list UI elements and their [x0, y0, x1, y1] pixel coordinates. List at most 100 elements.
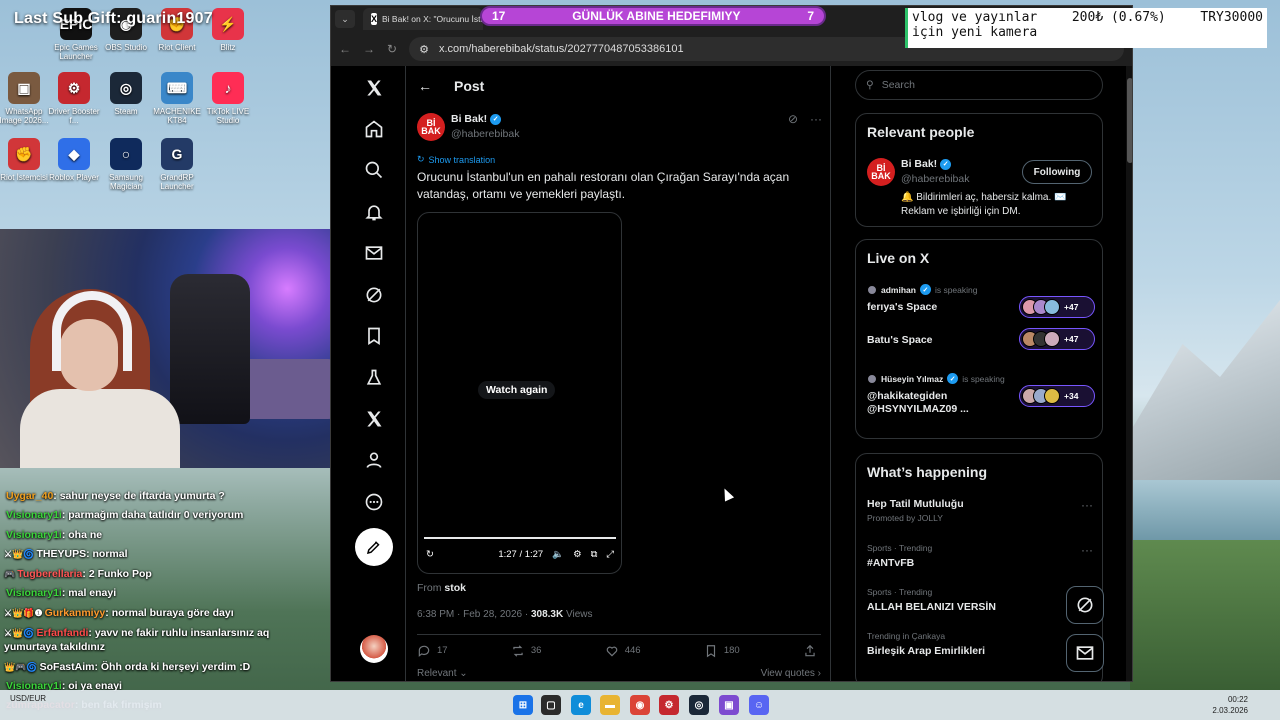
desktop-shortcut[interactable]: ○ Samsung Magician: [98, 138, 154, 191]
messages-fab[interactable]: [1066, 634, 1104, 672]
desktop-shortcut[interactable]: ⌨ MACHENIKE KT84: [149, 72, 205, 125]
video-player[interactable]: Watch again ↻ 1:27 / 1:27 🔈 ⚙ ⧉ ⤢: [417, 212, 622, 574]
compose-post-button[interactable]: [355, 528, 393, 566]
chat-username[interactable]: Tugberellaria: [17, 568, 82, 580]
app2-taskbar-icon[interactable]: ▣: [719, 695, 739, 715]
chat-username[interactable]: SoFastAim: [40, 661, 95, 673]
pip-icon[interactable]: ⧉: [591, 549, 598, 560]
profile-icon[interactable]: [362, 448, 386, 472]
settings-gear-icon[interactable]: ⚙: [573, 549, 582, 560]
sort-relevant-dropdown[interactable]: Relevant ⌄: [417, 668, 468, 679]
scrollbar-thumb[interactable]: [1127, 78, 1132, 163]
host-name: admihan: [881, 284, 916, 295]
task-view-icon[interactable]: ▢: [541, 695, 561, 715]
start-windows-icon[interactable]: ⊞: [513, 695, 533, 715]
taskbar-widget[interactable]: USD/EUR: [10, 694, 46, 704]
desktop-shortcut[interactable]: ◎ Steam: [98, 72, 154, 116]
explore-search-icon[interactable]: [362, 158, 386, 182]
messages-envelope-icon[interactable]: [362, 241, 386, 265]
back-arrow-icon[interactable]: ←: [418, 78, 432, 94]
post-timestamp[interactable]: 6:38 PM · Feb 28, 2026 ·: [417, 609, 531, 620]
desktop-shortcut[interactable]: ▣ WhatsApp Image 2026...: [0, 72, 52, 125]
view-quotes-link[interactable]: View quotes ›: [761, 668, 821, 679]
trend-category: Sports · Trending: [867, 543, 933, 553]
desktop-shortcut-label: Riot İstemcisi: [0, 173, 48, 182]
home-icon[interactable]: [362, 117, 386, 141]
video-progress-bar[interactable]: [424, 537, 616, 539]
repost-button[interactable]: 36: [511, 644, 541, 658]
site-info-icon[interactable]: ⚙: [419, 43, 429, 56]
show-translation-link[interactable]: ↻ Show translation: [417, 154, 495, 165]
relevant-person-avatar[interactable]: Bİ BAK: [867, 158, 895, 186]
trend-item[interactable]: Hep Tatil Mutluluğu Promoted by JOLLY ···: [867, 498, 1095, 523]
chat-username[interactable]: Visionary1i: [6, 529, 62, 541]
browser-tab[interactable]: X Bi Bak! on X: "Orucunu İstanb...: [363, 8, 483, 30]
chat-username[interactable]: Gurkanmiyy: [45, 607, 106, 619]
trend-item[interactable]: Sports · Trending #ANTvFB ···: [867, 543, 1095, 569]
discord-taskbar-icon[interactable]: ☺: [749, 695, 769, 715]
volume-icon[interactable]: 🔈: [552, 549, 564, 560]
from-source-link[interactable]: stok: [444, 582, 466, 594]
share-button[interactable]: [803, 644, 817, 658]
live-space-item[interactable]: Hüseyin Yılmaz ✓ is speaking @hakikategiden…: [867, 373, 1095, 416]
watch-again-button[interactable]: Watch again: [478, 381, 556, 399]
account-avatar[interactable]: [360, 635, 388, 663]
bookmark-button[interactable]: 180: [704, 644, 740, 658]
chat-message: Uygar_40: sahur neyse de iftarda yumurta…: [4, 490, 225, 502]
more-options-icon[interactable]: ···: [1081, 498, 1093, 512]
space-host: admihan ✓ is speaking: [867, 284, 1095, 295]
samsung-magician-icon: ○: [110, 138, 142, 170]
like-button[interactable]: 446: [605, 644, 641, 658]
reply-button[interactable]: 17: [417, 644, 448, 658]
replay-icon[interactable]: ↻: [426, 549, 434, 560]
reload-icon[interactable]: ↻: [387, 42, 397, 56]
grok-icon[interactable]: [362, 283, 386, 307]
x-home-logo-icon[interactable]: [362, 76, 386, 100]
jobs-flask-icon[interactable]: [362, 366, 386, 390]
desktop-shortcut[interactable]: G GrandRP Launcher: [149, 138, 205, 191]
live-space-item[interactable]: Batu's Space +47: [867, 328, 1095, 350]
author-handle[interactable]: @haberebibak: [451, 128, 519, 140]
back-arrow-icon[interactable]: ←: [339, 42, 351, 56]
trend-item[interactable]: Sports · Trending ALLAH BELANIZI VERSİN: [867, 587, 1095, 613]
more-options-icon[interactable]: ···: [1081, 543, 1093, 557]
chat-username[interactable]: THEYUPS: [36, 548, 86, 560]
notifications-bell-icon[interactable]: [362, 200, 386, 224]
chat-username[interactable]: Erfanfandi: [36, 627, 88, 639]
chrome-icon[interactable]: ◉: [630, 695, 650, 715]
grok-fab[interactable]: [1066, 586, 1104, 624]
live-space-item[interactable]: admihan ✓ is speaking ferıya's Space +47: [867, 284, 1095, 318]
more-options-icon[interactable]: ···: [810, 112, 822, 126]
grandrp-icon: G: [161, 138, 193, 170]
tab-menu-button[interactable]: ⌄: [335, 10, 355, 28]
relevant-person-handle[interactable]: @haberebibak: [901, 173, 969, 185]
donation-goal-progress: 200₺ (0.67%): [1071, 10, 1166, 25]
chat-message: Visionary1i: oha ne: [4, 529, 102, 541]
forward-arrow-icon[interactable]: →: [363, 42, 375, 56]
more-circle-icon[interactable]: [362, 490, 386, 514]
desktop-shortcut[interactable]: ⚙ Driver Booster f...: [46, 72, 102, 125]
bookmarks-icon[interactable]: [362, 324, 386, 348]
app-taskbar-icon[interactable]: ◎: [689, 695, 709, 715]
following-button[interactable]: Following: [1022, 160, 1092, 184]
page-scrollbar[interactable]: [1126, 66, 1132, 681]
fullscreen-icon[interactable]: ⤢: [606, 549, 614, 560]
grok-icon[interactable]: ⊘: [788, 112, 798, 126]
desktop-shortcut[interactable]: ✊ Riot İstemcisi: [0, 138, 52, 182]
edge-browser-icon[interactable]: e: [571, 695, 591, 715]
driver-booster-taskbar-icon[interactable]: ⚙: [659, 695, 679, 715]
author-avatar[interactable]: Bİ BAK: [417, 113, 445, 141]
post-tools: ⊘ ···: [788, 112, 822, 126]
chat-username[interactable]: Uygar_40: [6, 490, 53, 502]
desktop-shortcut[interactable]: ◆ Roblox Player: [46, 138, 102, 182]
system-clock[interactable]: 00:22 2.03.2026: [1212, 694, 1248, 716]
file-explorer-icon[interactable]: ▬: [600, 695, 620, 715]
relevant-person-name[interactable]: Bi Bak! ✓: [901, 158, 952, 170]
chat-username[interactable]: Visionary1i: [6, 587, 62, 599]
search-input[interactable]: ⚲ Search: [855, 70, 1103, 100]
desktop-shortcut[interactable]: ♪ TikTok LIVE Studio: [200, 72, 256, 125]
trend-item[interactable]: Trending in Çankaya Birleşik Arap Emirlik…: [867, 631, 1095, 657]
chat-username[interactable]: Visionary1i: [6, 509, 62, 521]
premium-x-icon[interactable]: [362, 407, 386, 431]
author-name[interactable]: Bi Bak! ✓: [451, 113, 502, 125]
